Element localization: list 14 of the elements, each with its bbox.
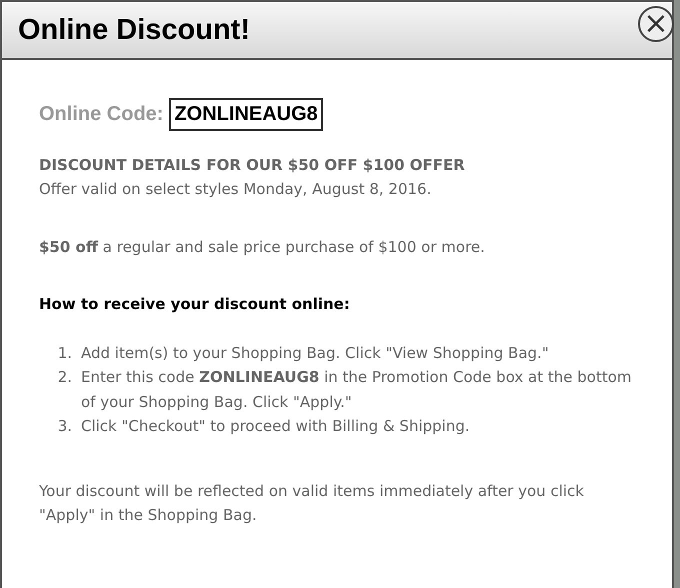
promo-code: ZONLINEAUG8: [169, 98, 323, 130]
instructions-heading: How to receive your discount online:: [39, 294, 351, 315]
dialog-title: Online Discount!: [18, 14, 250, 46]
step-text: Click "Checkout" to proceed with Billing & Shipping.: [81, 416, 471, 437]
note-text: Your discount will be reflected on valid items immediately after you click "Apply" in the Shopping Bag.: [39, 480, 585, 526]
step-number: 3.: [56, 416, 73, 437]
step-number: 2.: [56, 367, 73, 388]
details-heading: DISCOUNT DETAILS FOR OUR $50 OFF $100 OFFER: [39, 154, 466, 176]
offer-text: $50 off a regular and sale price purchase of $100 or more.: [39, 236, 486, 258]
step-text: Add item(s) to your Shopping Bag. Click "View Shopping Bag.": [81, 342, 550, 364]
step-text: Enter this code ZONLINEAUG8 in the Promotion Code box at the bottom of your Shopping Bag. Click "Apply.": [81, 367, 633, 412]
code-label: Online Code:: [39, 102, 164, 126]
step-number: 1.: [56, 342, 73, 364]
validity-text: Offer valid on select styles Monday, August 8, 2016.: [39, 179, 432, 200]
